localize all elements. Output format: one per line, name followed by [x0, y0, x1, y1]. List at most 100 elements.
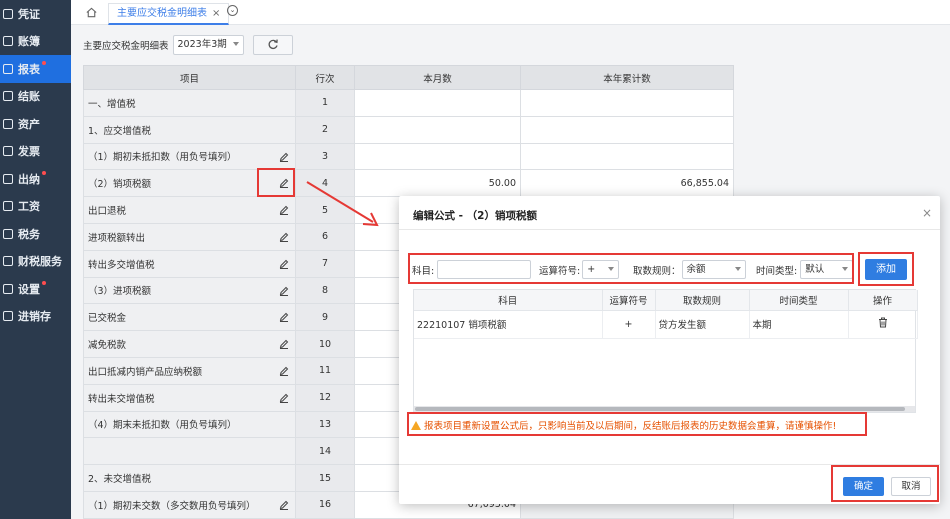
sidebar: 凭证账簿 报表结账资产 发票 出纳工资税务财税服务设置进销存 [0, 0, 71, 519]
sidebar-item-label: 设置 [18, 282, 40, 296]
sidebar-item-7[interactable]: 工资 [0, 193, 71, 221]
rule-field-group: 取数规则： 余额 [633, 260, 746, 279]
settings-icon [3, 283, 13, 294]
cell-line-text: 5 [321, 204, 329, 216]
edit-formula-dialog: 编辑公式 - （2）销项税额 × 科目: 运算符号: + 取数规则： 余额 时间… [399, 196, 940, 504]
cell-item: 减免税款 [83, 330, 296, 358]
app-root: 凭证账簿 报表结账资产 发票 出纳工资税务财税服务设置进销存 主要应交税金明细表 × ⌄… [0, 0, 950, 519]
sidebar-item-0[interactable]: 凭证 [0, 0, 71, 28]
table-row: 22210107 销项税额 + 贷方发生额 本期 [414, 310, 918, 339]
sidebar-item-5[interactable]: 发票 [0, 138, 71, 166]
rule-select[interactable]: 余额 [681, 260, 746, 279]
sidebar-item-3[interactable]: 结账 [0, 83, 71, 111]
edit-pencil-icon[interactable] [279, 232, 289, 242]
cell-ytd-text: 66,855.04 [680, 177, 729, 189]
sidebar-item-2[interactable]: 报表 [0, 55, 71, 83]
notification-badge [42, 281, 46, 285]
sidebar-item-8[interactable]: 税务 [0, 220, 71, 248]
edit-pencil-icon[interactable] [279, 500, 289, 510]
tab-more-icon[interactable]: ⌄ [227, 5, 238, 16]
dialog-divider [399, 229, 940, 230]
cell-item-text: （1）期初未抵扣数（用负号填列） [88, 152, 237, 164]
sidebar-item-label: 税务 [18, 227, 40, 241]
edit-pencil-icon[interactable] [279, 312, 289, 323]
edit-pencil-icon[interactable] [279, 259, 289, 269]
grid-horizontal-scrollbar[interactable] [414, 406, 915, 412]
edit-pencil-icon[interactable] [279, 178, 289, 189]
cell-item: 出口抵减内销产品应纳税额 [83, 356, 296, 385]
cell-line-text: 1 [321, 97, 329, 109]
operator-label: 运算符号: [539, 265, 581, 277]
trash-icon[interactable] [878, 317, 888, 328]
scrollbar-thumb[interactable] [415, 407, 905, 411]
add-button[interactable]: 添加 [865, 259, 907, 280]
sidebar-item-9[interactable]: 财税服务 [0, 248, 71, 276]
cell-item-text: 1、应交增值税 [88, 125, 152, 137]
cell-item: （1）期初未抵扣数（用负号填列） [83, 142, 296, 171]
cell-line-text: 13 [318, 418, 332, 430]
edit-pencil-icon[interactable] [279, 339, 289, 350]
cell-line: 11 [295, 356, 355, 385]
time-select[interactable]: 默认 [800, 260, 854, 279]
chevron-down-icon [842, 267, 849, 271]
cell-line: 10 [295, 330, 355, 358]
cell-month-text: 50.00 [488, 177, 516, 189]
col-item: 项目 [83, 65, 296, 90]
cell-month: 50.00 [354, 169, 521, 198]
time-value: 默认 [805, 264, 825, 275]
edit-pencil-icon[interactable] [279, 393, 289, 403]
cell-line-text: 12 [318, 392, 332, 404]
refresh-button[interactable] [252, 35, 293, 55]
closing-icon [3, 91, 13, 102]
warning-icon [411, 420, 421, 430]
subject-input[interactable] [437, 260, 532, 279]
edit-pencil-icon[interactable] [279, 152, 289, 162]
sidebar-item-4[interactable]: 资产 [0, 110, 71, 138]
cell-line: 4 [295, 169, 355, 198]
cell-line: 2 [295, 115, 355, 144]
cancel-button[interactable]: 取消 [891, 477, 931, 496]
confirm-button[interactable]: 确定 [843, 477, 884, 496]
sidebar-item-6[interactable]: 出纳 [0, 165, 71, 193]
formula-grid: 科目 运算符号 取数规则 时间类型 操作 22210107 销项税额 + 贷方发… [413, 289, 918, 413]
sidebar-item-11[interactable]: 进销存 [0, 303, 71, 331]
cell-item: （1）期初未交数（多交数用负号填列） [83, 490, 296, 519]
cell-item-text: （4）期末未抵扣数（用负号填列） [88, 420, 237, 432]
tab-close-icon[interactable]: × [212, 8, 220, 19]
sidebar-item-10[interactable]: 设置 [0, 275, 71, 303]
formula-col-action: 操作 [848, 290, 918, 311]
sidebar-item-1[interactable]: 账簿 [0, 28, 71, 56]
col-ytd: 本年累计数 [520, 65, 734, 90]
cell-line-text: 3 [321, 150, 329, 162]
cell-line: 7 [295, 249, 355, 278]
cell-line: 5 [295, 196, 355, 224]
cell-item-text: 一、增值税 [88, 98, 136, 110]
inventory-icon [3, 311, 13, 322]
tab-bar: 主要应交税金明细表 × ⌄ [71, 0, 950, 25]
operator-select[interactable]: + [582, 260, 620, 279]
sidebar-item-label: 结账 [18, 90, 40, 104]
cell-line: 9 [295, 303, 355, 332]
cell-item-text: （1）期初未交数（多交数用负号填列） [88, 500, 256, 512]
cell-item: （2）销项税额 [83, 169, 296, 198]
invoice-icon [3, 146, 13, 157]
edit-pencil-icon[interactable] [279, 366, 289, 376]
cell-item-text: （3）进项税额 [88, 286, 152, 298]
period-select[interactable]: 2023年3期 [172, 35, 244, 55]
edit-pencil-icon[interactable] [279, 286, 289, 296]
cell-item: 出口退税 [83, 196, 296, 224]
cell-line-text: 7 [321, 258, 329, 270]
cell-item: 进项税额转出 [83, 222, 296, 251]
sidebar-item-label: 工资 [18, 200, 40, 214]
rule-value: 余额 [686, 264, 706, 275]
table-row: 一、增值税 1 [83, 89, 734, 117]
formula-operator: + [602, 310, 656, 339]
sidebar-item-label: 凭证 [18, 7, 40, 21]
cashier-icon [3, 173, 13, 184]
formula-rule: 贷方发生额 [655, 310, 750, 339]
home-icon[interactable] [85, 6, 98, 19]
edit-pencil-icon[interactable] [279, 205, 289, 216]
cell-line-text: 10 [318, 338, 332, 350]
dialog-close-icon[interactable]: × [922, 206, 932, 220]
tab-tax-detail[interactable]: 主要应交税金明细表 × [108, 3, 230, 25]
